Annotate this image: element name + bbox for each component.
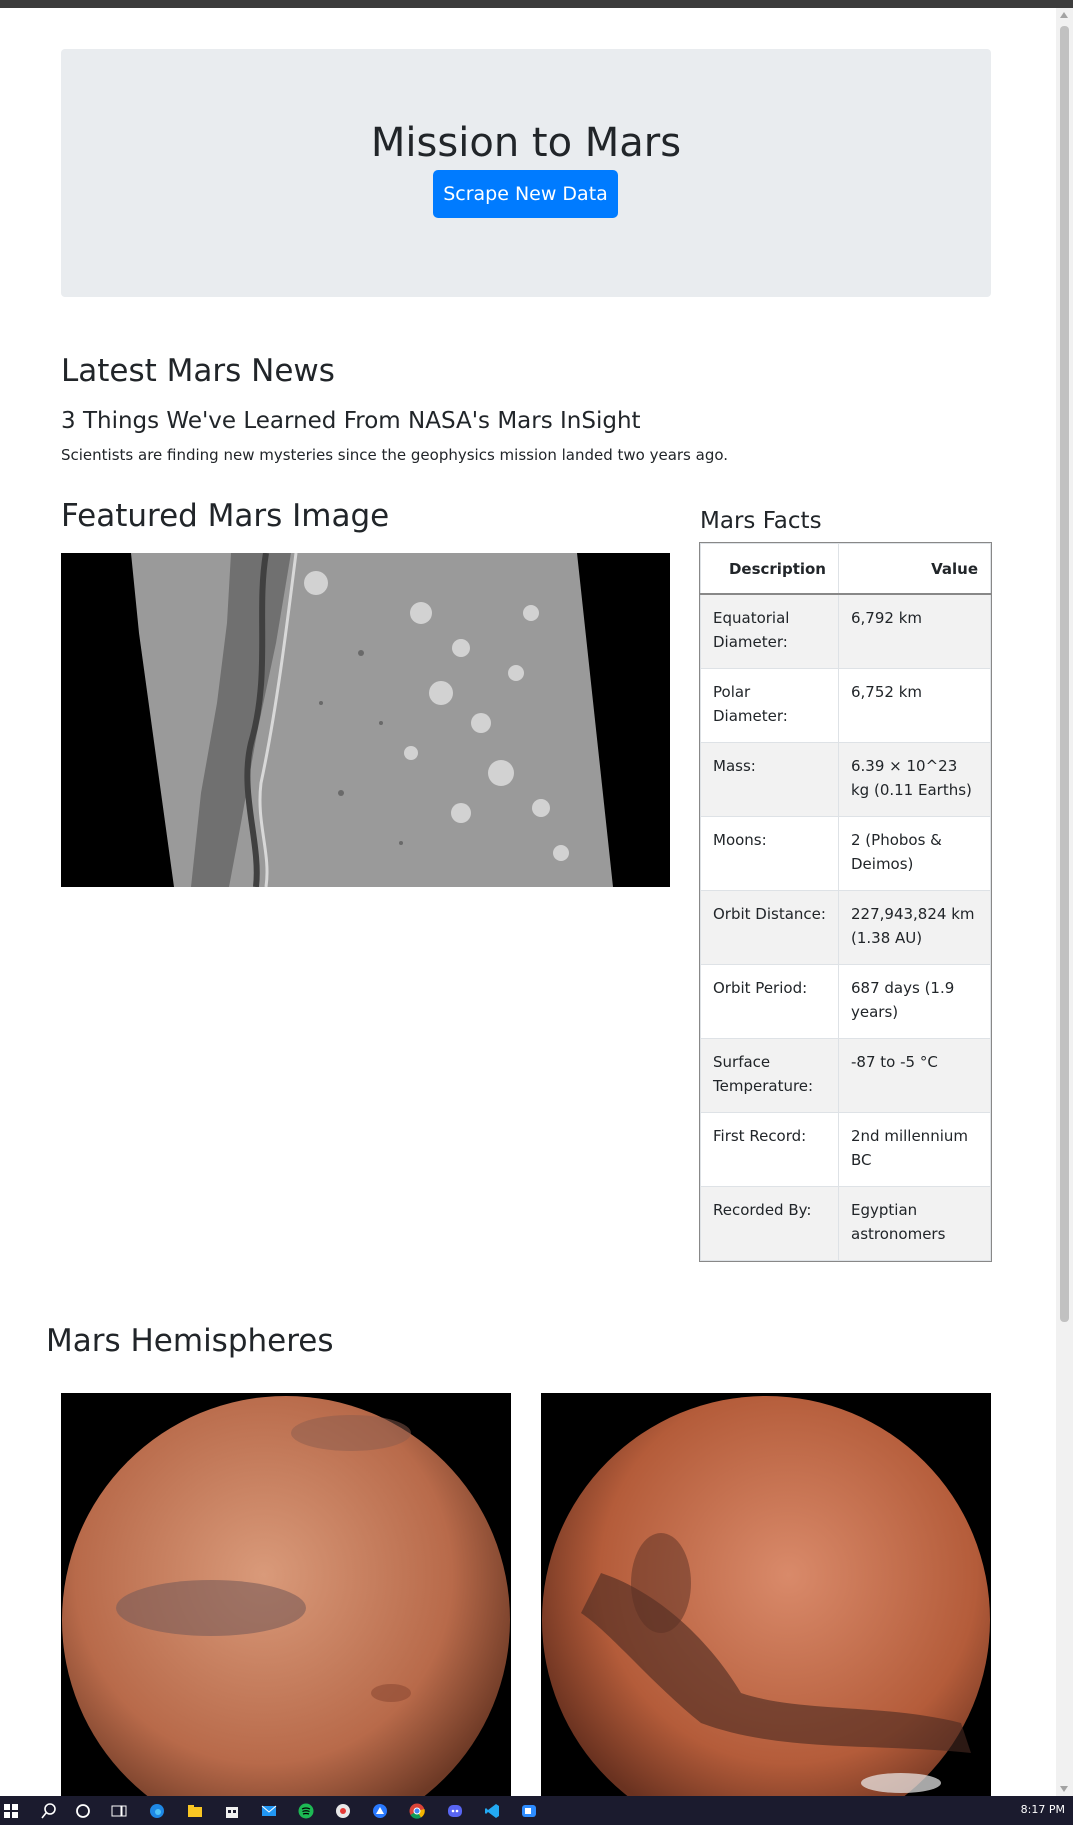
page-scrollbar[interactable]: [1056, 8, 1073, 1796]
hemisphere-image-2: [541, 1393, 991, 1796]
fact-label: Surface Temperature:: [700, 1038, 839, 1113]
app-icon[interactable]: [334, 1802, 352, 1820]
fact-label: Mass:: [700, 742, 839, 817]
table-row: Equatorial Diameter: 6,792 km: [700, 593, 991, 669]
chrome-icon[interactable]: [408, 1802, 426, 1820]
fact-value: 6.39 × 10^23 kg (0.11 Earths): [838, 742, 991, 817]
table-row: First Record: 2nd millennium BC: [700, 1112, 991, 1187]
store-icon[interactable]: [223, 1802, 241, 1820]
news-heading: Latest Mars News: [61, 353, 335, 389]
fact-value: 6,752 km: [838, 668, 991, 743]
edge-icon[interactable]: [148, 1802, 166, 1820]
fact-label: Orbit Distance:: [700, 890, 839, 965]
table-row: Polar Diameter: 6,752 km: [700, 668, 991, 743]
fact-label: Equatorial Diameter:: [700, 593, 839, 669]
news-paragraph: Scientists are finding new mysteries sin…: [61, 446, 729, 464]
facts-col-description: Description: [700, 543, 839, 595]
vscode-icon[interactable]: [483, 1802, 501, 1820]
fact-label: Orbit Period:: [700, 964, 839, 1039]
fact-label: Recorded By:: [700, 1186, 839, 1261]
facts-header-row: Description Value: [700, 543, 991, 595]
scroll-down-arrow-icon[interactable]: [1060, 1786, 1068, 1792]
scrollbar-thumb[interactable]: [1060, 26, 1069, 1322]
hemisphere-image-1: [61, 1393, 511, 1796]
table-row: Mass: 6.39 × 10^23 kg (0.11 Earths): [700, 742, 991, 817]
table-row: Recorded By: Egyptian astronomers: [700, 1186, 991, 1261]
table-row: Surface Temperature: -87 to -5 °C: [700, 1038, 991, 1113]
hemispheres-heading: Mars Hemispheres: [46, 1323, 334, 1359]
file-explorer-icon[interactable]: [186, 1802, 204, 1820]
fact-value: 6,792 km: [838, 593, 991, 669]
facts-heading: Mars Facts: [700, 508, 822, 534]
jumbotron: Mission to Mars Scrape New Data: [61, 49, 991, 297]
featured-image-heading: Featured Mars Image: [61, 498, 390, 534]
mail-icon[interactable]: [260, 1802, 278, 1820]
page-title: Mission to Mars: [370, 120, 682, 166]
scroll-up-arrow-icon[interactable]: [1060, 12, 1068, 18]
fact-label: Polar Diameter:: [700, 668, 839, 743]
app-icon-2[interactable]: [371, 1802, 389, 1820]
table-row: Orbit Period: 687 days (1.9 years): [700, 964, 991, 1039]
facts-col-value: Value: [838, 543, 991, 595]
fact-value: -87 to -5 °C: [838, 1038, 991, 1113]
windows-start-icon[interactable]: [2, 1802, 20, 1820]
page-content: Mission to Mars Scrape New Data Latest M…: [0, 8, 1056, 1796]
fact-value: 227,943,824 km (1.38 AU): [838, 890, 991, 965]
featured-mars-image: [61, 553, 670, 887]
fact-value: 2nd millennium BC: [838, 1112, 991, 1187]
windows-taskbar: 8:17 PM: [0, 1796, 1073, 1825]
browser-top-edge: [0, 0, 1073, 8]
task-view-icon[interactable]: [110, 1802, 128, 1820]
fact-label: First Record:: [700, 1112, 839, 1187]
discord-icon[interactable]: [446, 1802, 464, 1820]
cortana-icon[interactable]: [74, 1802, 92, 1820]
fact-value: Egyptian astronomers: [838, 1186, 991, 1261]
scrape-button[interactable]: Scrape New Data: [433, 170, 618, 218]
spotify-icon[interactable]: [297, 1802, 315, 1820]
table-row: Orbit Distance: 227,943,824 km (1.38 AU): [700, 890, 991, 965]
taskbar-clock[interactable]: 8:17 PM: [1021, 1803, 1065, 1816]
search-icon[interactable]: [40, 1802, 58, 1820]
facts-table: Description Value Equatorial Diameter: 6,…: [699, 542, 992, 1262]
fact-value: 687 days (1.9 years): [838, 964, 991, 1039]
table-row: Moons: 2 (Phobos & Deimos): [700, 816, 991, 891]
fact-value: 2 (Phobos & Deimos): [838, 816, 991, 891]
news-title: 3 Things We've Learned From NASA's Mars …: [61, 408, 641, 434]
fact-label: Moons:: [700, 816, 839, 891]
zoom-icon[interactable]: [520, 1802, 538, 1820]
